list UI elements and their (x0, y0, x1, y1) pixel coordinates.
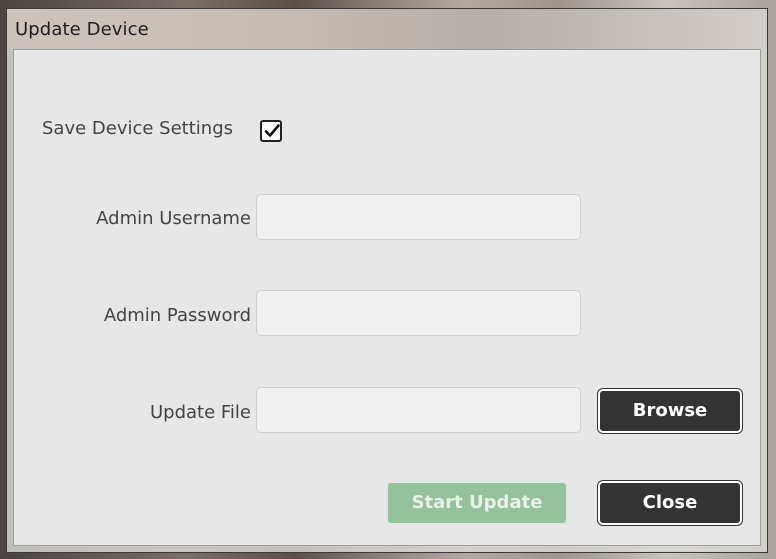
update-file-input[interactable] (256, 387, 581, 433)
admin-password-input[interactable] (256, 290, 581, 336)
save-settings-checkbox[interactable] (260, 120, 282, 142)
admin-username-input[interactable] (256, 194, 581, 240)
start-update-button[interactable]: Start Update (386, 481, 568, 525)
window-title: Update Device (15, 19, 149, 40)
dialog-body: Save Device Settings Admin Username Admi… (13, 49, 761, 546)
admin-username-label: Admin Username (96, 208, 251, 229)
window-titlebar[interactable]: Update Device (7, 9, 767, 49)
close-button[interactable]: Close (598, 481, 742, 525)
update-device-window: Update Device Save Device Settings Admin… (6, 8, 768, 553)
browse-button[interactable]: Browse (598, 389, 742, 433)
checkmark-icon (264, 124, 280, 137)
update-file-label: Update File (149, 402, 251, 423)
admin-password-label: Admin Password (103, 305, 251, 326)
save-settings-label: Save Device Settings (42, 118, 234, 139)
